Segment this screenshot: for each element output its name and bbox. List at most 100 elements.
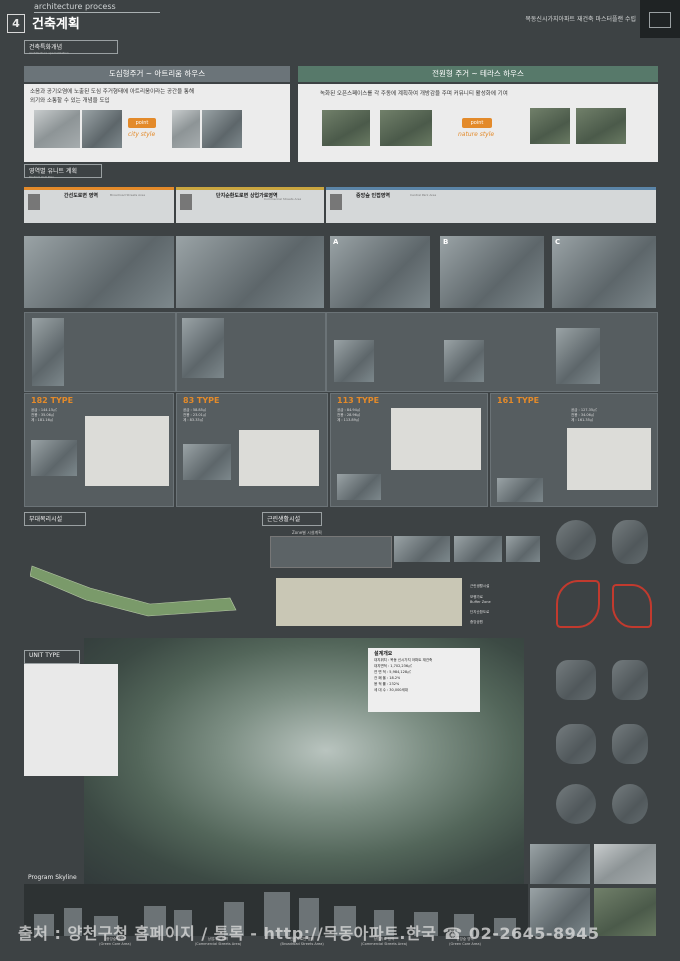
zone-2-en: Commercial Streets Area [264,197,302,201]
overview-title: 설계개요 [374,651,393,657]
zone-1-detail-model [32,318,64,386]
zones-tag-en: District Unit Plan [29,175,55,179]
type-182-plan [85,416,169,486]
type-83-spec-3: 계 : 83.33㎡ [183,418,204,422]
zone-3-name: 중앙숲 인접영역 [356,193,390,199]
unit-key-plan [24,664,118,776]
diagram-9 [556,784,596,824]
urban-photo-3 [172,110,200,148]
source-watermark: 출처 : 양천구청 홈페이지 / 통록 - http://목동아파트.한국 ☎ … [18,924,600,943]
facility-legend-4: 단지순환도로 [470,610,490,614]
diagram-10 [612,784,648,824]
diagram-6 [612,660,648,700]
neighborhood-tag: 근린생활시설 [262,512,322,526]
zone-2-detail-model [182,318,224,378]
urban-photo-2 [82,110,122,148]
zone-1-name: 간선도로변 영역 [64,193,98,199]
diagram-3 [556,580,600,628]
type-161-label: 161 TYPE [497,396,540,405]
zone-3-detail-model-a [334,340,374,382]
overview-line-5: 용 적 률 : 232% [374,682,400,686]
zone-1-key-icon [28,194,40,210]
zone-3-detail [326,312,658,392]
overview-line-1: 대지위치 : 목동 신시가지 아파트 재건축 [374,658,433,662]
unit-type-tag: UNIT TYPE [24,650,80,664]
nature-photo-2 [380,110,432,146]
type-161-interior [497,478,543,502]
type-83-label: 83 TYPE [183,396,220,405]
zone-1-en: Broadroad Streets Area [110,193,146,197]
type-161-plan [567,428,651,490]
zone-3-key-icon [330,194,342,210]
zone-header-1: 간선도로변 영역 Broadroad Streets Area [24,187,174,223]
page-title: 건축계획 [32,17,80,32]
nature-band: 전원형 주거 ~ 테라스 하우스 [298,66,658,82]
diagram-4 [612,584,652,628]
type-182-interior [31,440,77,476]
welfare-site-plan-graphic [29,565,237,617]
header-en-title: architecture process [34,2,116,11]
urban-point-arrow: point [128,118,156,128]
type-83-interior [183,444,231,480]
zone-3-detail-model-b [444,340,484,382]
header-logo [640,0,680,38]
facility-legend-3: Buffer Zone [470,600,491,604]
variant-b-label: B [443,238,449,246]
urban-style-label: city style [128,131,156,138]
overview-box: 설계개요 대지위치 : 목동 신시가지 아파트 재건축 대지면적 : 1,702… [368,648,480,712]
zone-2-key-icon [180,194,192,210]
diagram-5 [556,660,596,700]
type-83-plan [239,430,319,486]
nature-point-arrow: point [462,118,492,128]
zone-2-render [176,236,324,308]
zone-3-detail-model-c [556,328,600,384]
facility-legend-1: 근린생활시설 [470,584,490,588]
type-182-label: 182 TYPE [31,396,74,405]
page-subtitle: 목동신시가지아파트 재건축 마스터플랜 수립 [525,16,636,23]
unit-type-tag-label: UNIT TYPE [29,652,60,659]
zones-tag: 영역별 유니트 계획 District Unit Plan [24,164,102,179]
zone-1-render [24,236,174,308]
type-113-plan [391,408,481,470]
photo-br-1 [530,844,590,884]
urban-band: 도심형주거 ~ 아트리움 하우스 [24,66,290,82]
neighborhood-tag-label: 근린생활시설 [267,516,301,523]
type-panel-182: 182 TYPE 공급 : 144.15㎡ 전용 : 35.06㎡ 계 : 18… [24,393,174,507]
facility-table [270,536,392,568]
urban-photo-4 [202,110,242,148]
type-161-spec-3: 계 : 161.35㎡ [571,418,594,422]
nature-photo-4 [576,108,626,144]
type-113-label: 113 TYPE [337,396,380,405]
diagram-8 [612,724,648,764]
concept-tag: 건축특화개념 Architecture specialization [24,40,118,55]
type-panel-113: 113 TYPE 공급 : 84.94㎡ 전용 : 28.96㎡ 계 : 113… [330,393,488,507]
facility-photo-1 [394,536,450,562]
concept-tag-en: Architecture specialization [29,51,69,55]
zone-3-render-c [552,236,656,308]
overview-line-6: 세 대 수 : 30,000세대 [374,688,408,692]
variant-a-label: A [333,238,339,246]
urban-desc-1: 소음과 공기오염에 노출된 도심 주거형태에 아트리움이라는 공간을 통해 [30,89,195,95]
overview-line-2: 대지면적 : 1,702,236㎡ [374,664,412,668]
section-number: 4 [7,14,25,33]
photo-br-2 [594,844,656,884]
type-panel-161: 161 TYPE 공급 : 127.35㎡ 전용 : 34.06㎡ 계 : 16… [490,393,658,507]
diagram-7 [556,724,596,764]
welfare-tag: 부대복리시설 [24,512,86,526]
overview-line-4: 건 폐 율 : 18.2% [374,676,401,680]
facility-photo-2 [454,536,502,562]
zones-tag-label: 영역별 유니트 계획 [29,168,77,175]
type-113-spec-3: 계 : 113.89㎡ [337,418,360,422]
welfare-tag-label: 부대복리시설 [29,516,63,523]
zone-3-en: Central Park Area [410,193,437,197]
logo-icon [649,12,671,28]
skyline-tag: Program Skyline [28,874,77,881]
diagram-2 [612,520,648,564]
overview-line-3: 연 면 적 : 5,984,128㎡ [374,670,411,674]
type-182-spec-3: 계 : 181.16㎡ [31,418,54,422]
diagram-1 [556,520,596,560]
zone-3-render-a [330,236,430,308]
type-panel-83: 83 TYPE 공급 : 58.85㎡ 전용 : 23.01㎡ 계 : 83.3… [176,393,328,507]
nature-desc-1: 녹화된 오픈스페이스를 각 주동에 계획하여 개방감을 주며 커뮤니티 활성화에… [320,91,508,97]
facility-street-plan [276,578,462,626]
